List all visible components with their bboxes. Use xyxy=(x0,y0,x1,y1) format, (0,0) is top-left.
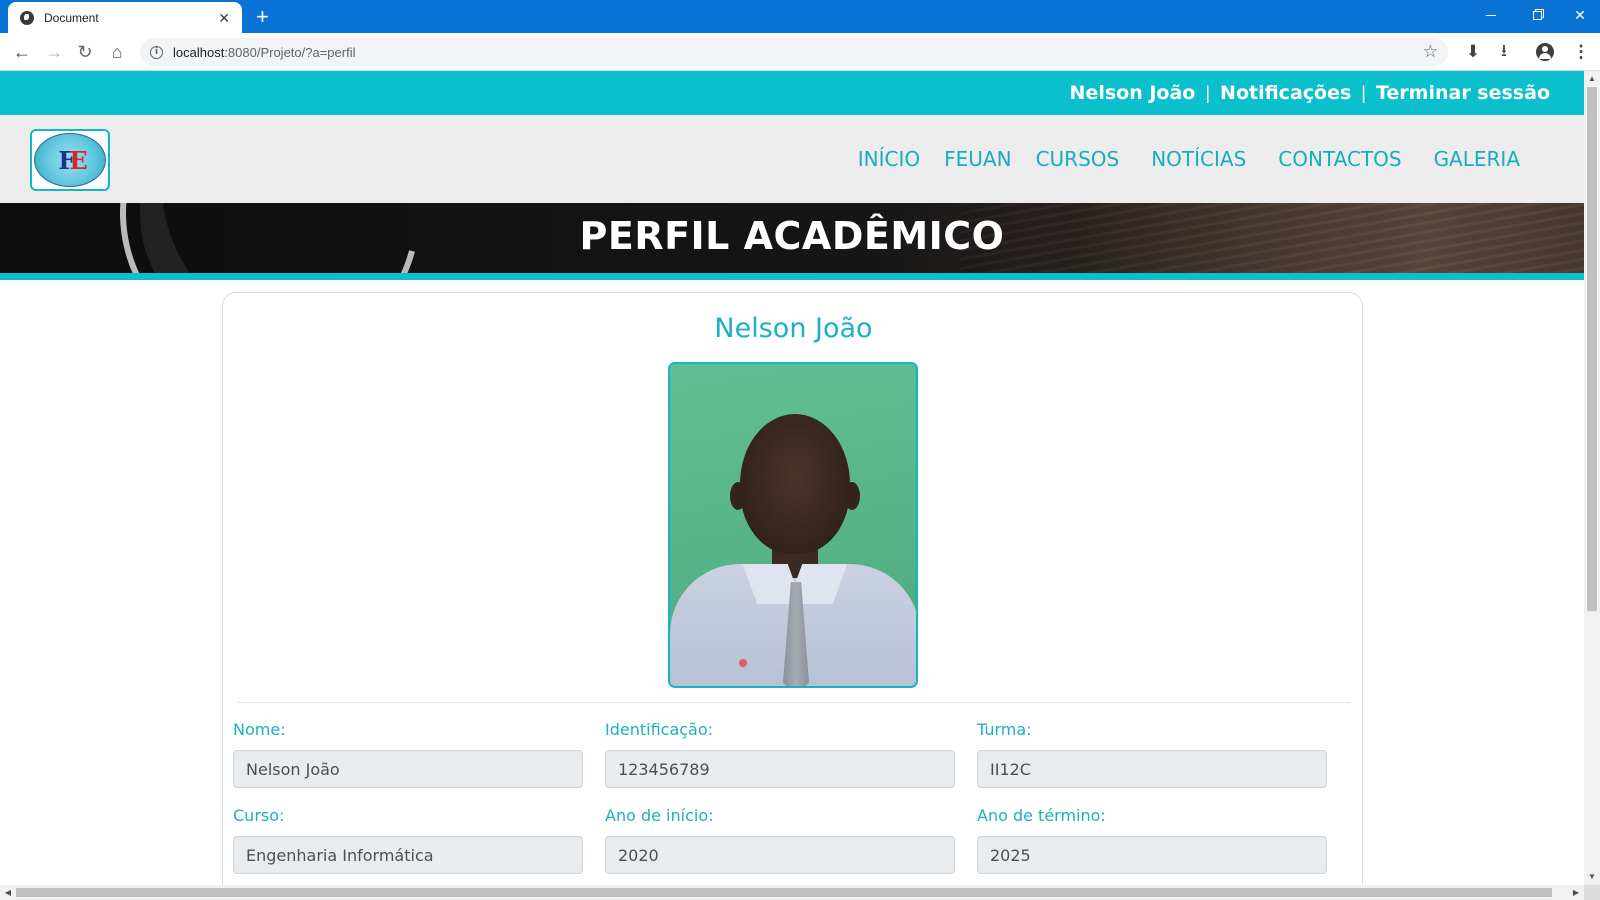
url-path: :8080/Projeto/?a=perfil xyxy=(224,44,356,60)
profile-icon[interactable] xyxy=(1530,33,1560,71)
page-title: PERFIL ACADÊMICO xyxy=(579,214,1005,258)
field-curso: Curso: xyxy=(233,806,583,874)
horizontal-scrollbar[interactable]: ◀ ▶ xyxy=(0,885,1584,900)
window-close-button[interactable]: ✕ xyxy=(1560,0,1600,30)
downloads-tray-icon[interactable]: ⭳ xyxy=(1489,33,1519,71)
reload-icon[interactable]: ↻ xyxy=(70,33,100,71)
notifications-link[interactable]: Notificações xyxy=(1220,82,1351,104)
field-turma: Turma: xyxy=(977,720,1327,788)
restore-button[interactable] xyxy=(1514,0,1560,30)
address-bar[interactable]: i localhost:8080/Projeto/?a=perfil ☆ xyxy=(140,38,1448,66)
restore-icon xyxy=(1532,10,1542,20)
nav-item-cursos[interactable]: CURSOS xyxy=(1036,147,1120,171)
nav-item-galeria[interactable]: GALERIA xyxy=(1434,147,1520,171)
scroll-down-icon[interactable]: ▼ xyxy=(1584,869,1600,885)
star-icon[interactable]: ☆ xyxy=(1423,42,1438,62)
globe-icon xyxy=(20,10,34,25)
nav-item-inicio[interactable]: INÍCIO xyxy=(858,147,920,171)
logout-link[interactable]: Terminar sessão xyxy=(1376,82,1550,104)
course-field[interactable] xyxy=(233,836,583,874)
nav-item-noticias[interactable]: NOTÍCIAS xyxy=(1151,147,1246,171)
logo-emblem: FE xyxy=(34,133,106,187)
scroll-thumb[interactable] xyxy=(1587,87,1597,611)
url-text: localhost:8080/Projeto/?a=perfil xyxy=(173,45,356,60)
minimize-button[interactable] xyxy=(1468,0,1514,30)
browser-tab-strip: Document ✕ + ✕ xyxy=(0,0,1600,33)
profile-name: Nelson João xyxy=(714,313,873,344)
name-field[interactable] xyxy=(233,750,583,788)
tab-title: Document xyxy=(44,10,99,25)
menu-icon[interactable]: ⋮ xyxy=(1566,33,1596,71)
page-banner: PERFIL ACADÊMICO xyxy=(0,203,1584,273)
field-label: Ano de término: xyxy=(977,806,1106,825)
scrollbar-corner xyxy=(1584,885,1600,900)
site-nav: FE INÍCIO FEUAN CURSOS NOTÍCIAS CONTACTO… xyxy=(0,115,1584,203)
browser-tab[interactable]: Document ✕ xyxy=(8,2,242,33)
scroll-thumb[interactable] xyxy=(16,888,1552,897)
field-label: Identificação: xyxy=(605,720,714,739)
divider xyxy=(237,702,1350,703)
minimize-icon xyxy=(1486,14,1496,16)
profile-card: Nelson João Nome: Identificação: Turma: xyxy=(222,292,1363,885)
close-icon[interactable]: ✕ xyxy=(218,11,230,25)
class-field[interactable] xyxy=(977,750,1327,788)
nav-item-contactos[interactable]: CONTACTOS xyxy=(1278,147,1401,171)
user-bar: Nelson João | Notificações | Terminar se… xyxy=(0,71,1584,115)
nav-links: INÍCIO FEUAN CURSOS NOTÍCIAS CONTACTOS G… xyxy=(834,115,1520,203)
new-tab-button[interactable]: + xyxy=(256,3,269,31)
field-label: Ano de início: xyxy=(605,806,714,825)
field-label: Curso: xyxy=(233,806,285,825)
id-field[interactable] xyxy=(605,750,955,788)
page-viewport: Nelson João | Notificações | Terminar se… xyxy=(0,71,1584,885)
separator: | xyxy=(1361,82,1366,103)
field-label: Nome: xyxy=(233,720,286,739)
scroll-up-icon[interactable]: ▲ xyxy=(1584,71,1600,87)
field-ano-inicio: Ano de início: xyxy=(605,806,955,874)
back-icon[interactable]: ← xyxy=(7,33,37,71)
download-icon[interactable]: ⬇ xyxy=(1458,33,1488,71)
home-icon[interactable]: ⌂ xyxy=(102,33,132,71)
field-ano-termino: Ano de término: xyxy=(977,806,1327,874)
vertical-scrollbar[interactable]: ▲ ▼ xyxy=(1584,71,1600,885)
field-nome: Nome: xyxy=(233,720,583,788)
info-icon[interactable]: i xyxy=(150,45,163,59)
start-year-field[interactable] xyxy=(605,836,955,874)
separator: | xyxy=(1205,82,1211,103)
scroll-left-icon[interactable]: ◀ xyxy=(0,885,16,900)
field-identificacao: Identificação: xyxy=(605,720,955,788)
profile-photo xyxy=(668,362,918,688)
browser-toolbar: ← → ↻ ⌂ i localhost:8080/Projeto/?a=perf… xyxy=(0,33,1600,71)
user-name-link[interactable]: Nelson João xyxy=(1070,82,1196,104)
field-label: Turma: xyxy=(977,720,1032,739)
nav-item-feuan[interactable]: FEUAN xyxy=(944,147,1011,171)
end-year-field[interactable] xyxy=(977,836,1327,874)
logo-mark: FE xyxy=(58,145,87,175)
avatar xyxy=(1536,43,1554,61)
banner-underline xyxy=(0,273,1584,280)
scroll-right-icon[interactable]: ▶ xyxy=(1568,885,1584,900)
url-host: localhost xyxy=(173,44,225,60)
site-logo[interactable]: FE xyxy=(30,129,110,191)
forward-icon[interactable]: → xyxy=(39,33,69,71)
